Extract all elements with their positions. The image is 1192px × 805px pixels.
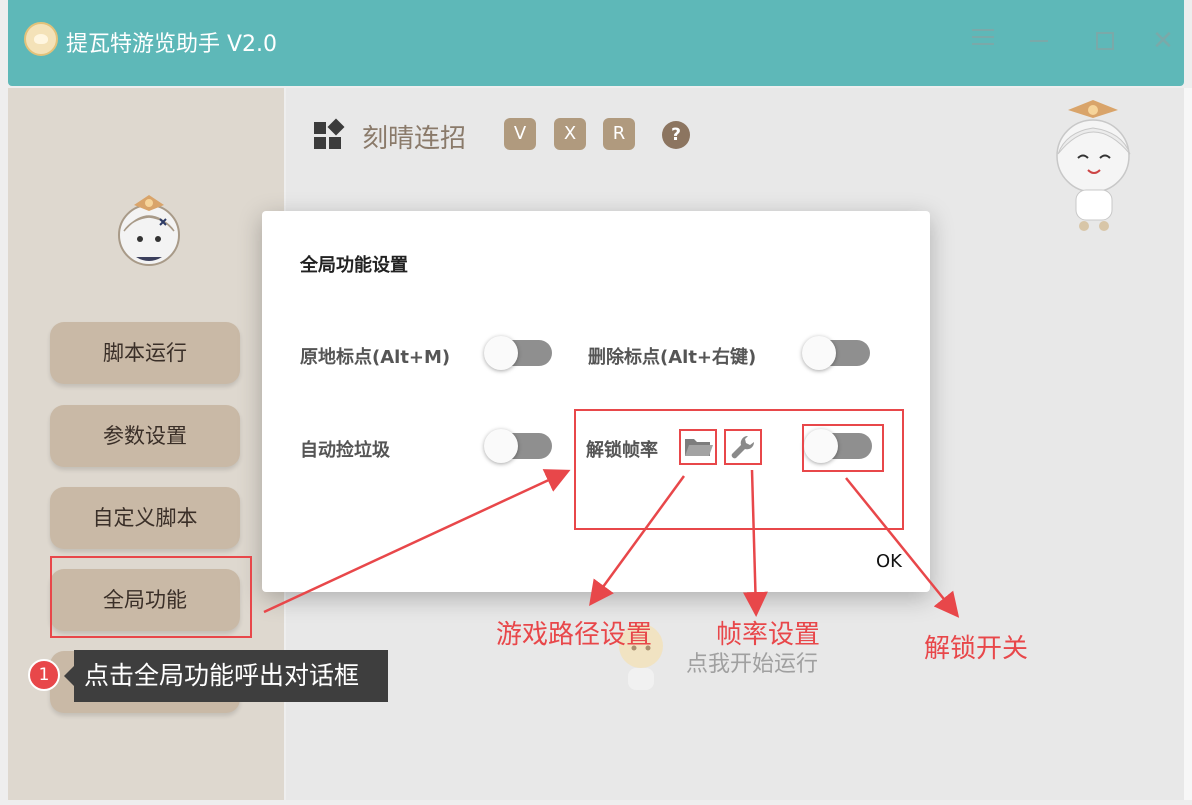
option-label-auto-pickup: 自动捡垃圾 (300, 440, 390, 461)
highlight-folder-button (679, 429, 717, 465)
highlight-global-functions (50, 556, 252, 638)
key-badge-v[interactable]: V (504, 118, 536, 150)
minimize-icon[interactable] (1022, 24, 1056, 58)
key-badge-r[interactable]: R (603, 118, 635, 150)
app-title: 提瓦特游览助手 V2.0 (66, 32, 278, 57)
toggle-auto-pickup[interactable] (484, 429, 552, 463)
option-label-place-marker: 原地标点(Alt+M) (300, 347, 451, 368)
combo-title: 刻晴连招 (362, 124, 467, 154)
sidebar-item-custom-script[interactable]: 自定义脚本 (50, 487, 240, 549)
widgets-icon (314, 118, 345, 150)
sidebar-item-parameters[interactable]: 参数设置 (50, 405, 240, 467)
highlight-unlock-toggle (802, 424, 884, 472)
help-icon[interactable]: ? (662, 121, 690, 149)
title-bar: 提瓦特游览助手 V2.0 ✕ (8, 0, 1184, 86)
toggle-place-marker[interactable] (484, 336, 552, 370)
sidebar-item-script-run[interactable]: 脚本运行 (50, 322, 240, 384)
option-label-delete-marker: 删除标点(Alt+右键) (588, 347, 757, 368)
menu-icon[interactable] (966, 24, 1000, 58)
maximize-icon[interactable] (1088, 24, 1122, 58)
paimon-avatar-icon (118, 195, 180, 266)
annotation-game-path: 游戏路径设置 (496, 620, 653, 650)
tooltip-instruction: 点击全局功能呼出对话框 (64, 650, 388, 702)
annotation-fps-settings: 帧率设置 (716, 620, 821, 650)
global-settings-dialog: 全局功能设置 原地标点(Alt+M) 删除标点(Alt+右键) 自动捡垃圾 解锁… (262, 211, 930, 592)
paimon-mascot-icon (1056, 100, 1131, 231)
step-number-badge: 1 (28, 659, 60, 691)
app-logo-icon (24, 22, 58, 56)
annotation-unlock-switch: 解锁开关 (924, 634, 1029, 664)
ok-button[interactable]: OK (876, 551, 902, 572)
toggle-delete-marker[interactable] (802, 336, 870, 370)
close-icon[interactable]: ✕ (1146, 24, 1180, 58)
highlight-wrench-button (724, 429, 762, 465)
dialog-title: 全局功能设置 (300, 255, 408, 276)
app-window: 提瓦特游览助手 V2.0 ✕ 脚本运行 参数设置 自定义脚本 全局功能 设置 (0, 0, 1192, 805)
right-edge-panel (1184, 88, 1192, 800)
key-badge-x[interactable]: X (554, 118, 586, 150)
